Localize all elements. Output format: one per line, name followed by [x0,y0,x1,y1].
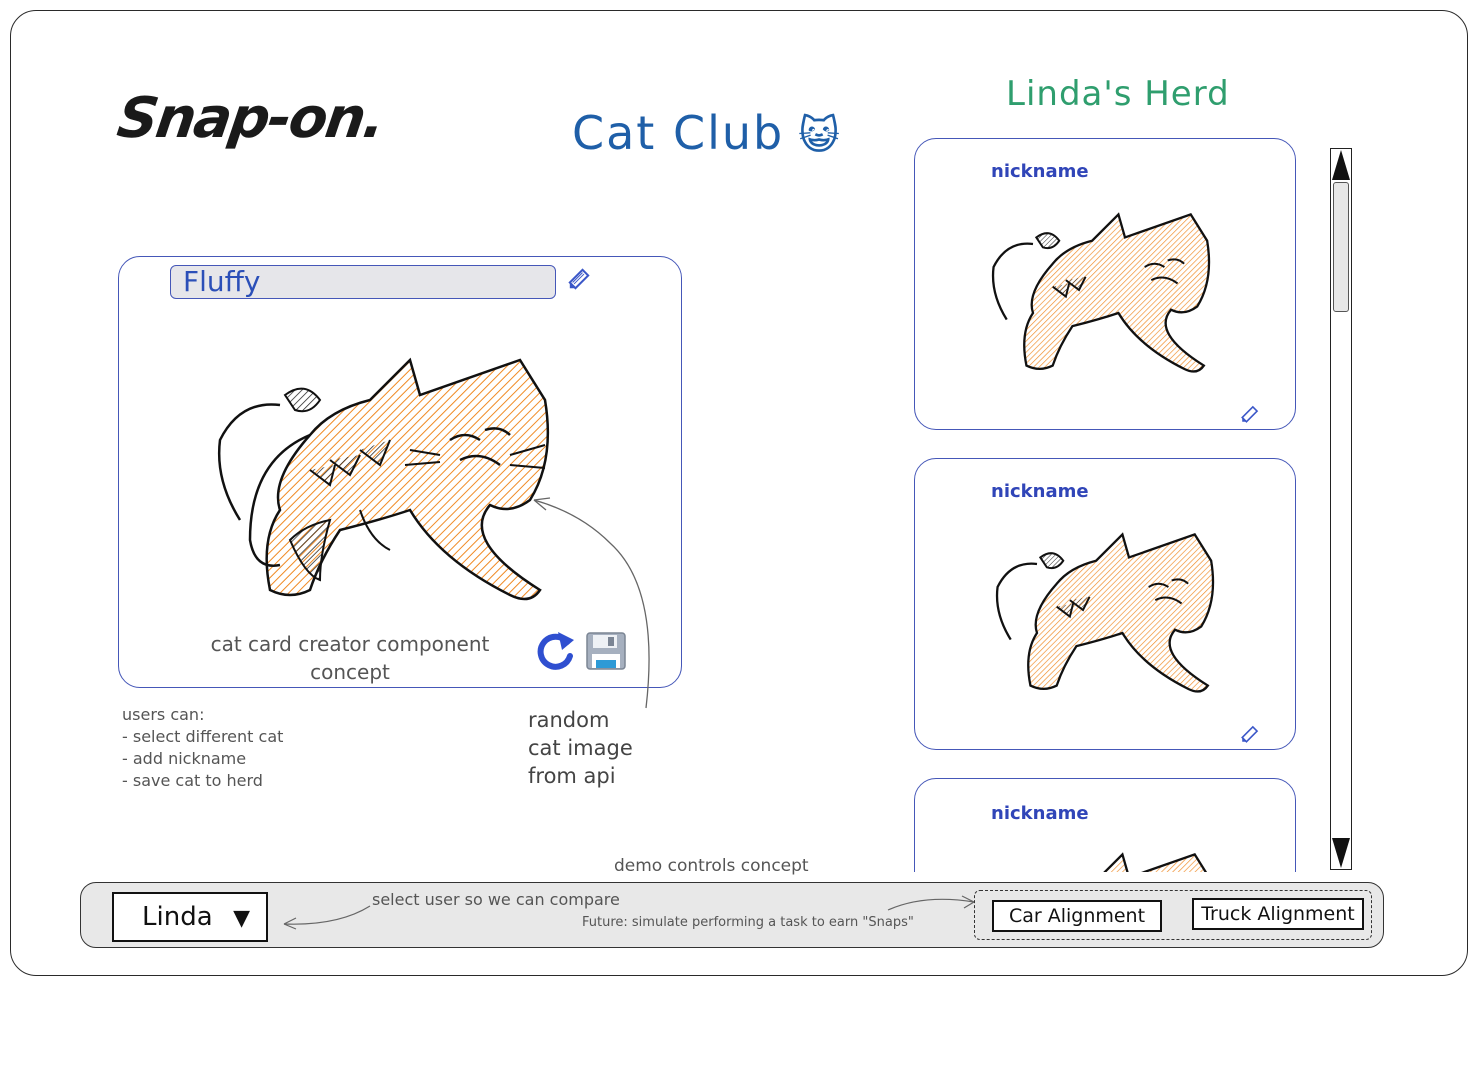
nickname-input[interactable] [170,265,556,299]
future-note: Future: simulate performing a task to ea… [582,915,914,930]
user-select[interactable]: Linda ▼ [112,892,268,942]
herd-card-nickname: nickname [991,161,1089,182]
herd-card[interactable]: nickname [914,138,1296,430]
cat-image [217,357,550,601]
creator-caption: cat card creator component concept [180,630,520,686]
creator-caption-line2: concept [310,660,390,684]
herd-card[interactable]: nickname [914,778,1296,872]
page-title: Cat Club 😺 [572,106,842,160]
herd-list[interactable]: nickname nickname nickname [900,130,1320,872]
select-user-note: select user so we can compare [372,890,620,909]
truck-alignment-button[interactable]: Truck Alignment [1192,898,1364,930]
cat-image [995,532,1215,693]
brand-logo: Snap-on. [113,86,388,151]
demo-controls-label: demo controls concept [614,856,809,876]
scroll-down-arrow-icon[interactable] [1332,838,1350,868]
annotation-arrow [887,895,975,911]
herd-card-nickname: nickname [991,803,1089,824]
users-can-note: users can: - select different cat - add … [122,705,284,790]
herd-card-nickname: nickname [991,481,1089,502]
page-title-text: Cat Club [572,106,785,160]
cat-image [991,212,1211,373]
caret-down-icon: ▼ [233,906,250,931]
random-cat-note: random cat image from api [528,708,633,788]
pencil-icon[interactable] [1239,725,1261,743]
pencil-icon[interactable] [564,264,594,294]
annotation-arrow [533,497,650,709]
scrollbar-thumb[interactable] [1333,182,1349,312]
user-select-value: Linda [142,902,213,932]
herd-card[interactable]: nickname [914,458,1296,750]
creator-caption-line1: cat card creator component [210,632,490,656]
herd-title: Linda's Herd [1006,74,1230,114]
cat-image [1103,852,1208,872]
annotation-arrow [283,905,371,930]
cat-face-icon: 😺 [798,113,842,159]
scroll-up-arrow-icon[interactable] [1332,150,1350,180]
pencil-icon[interactable] [1239,405,1261,423]
car-alignment-button[interactable]: Car Alignment [992,900,1162,932]
